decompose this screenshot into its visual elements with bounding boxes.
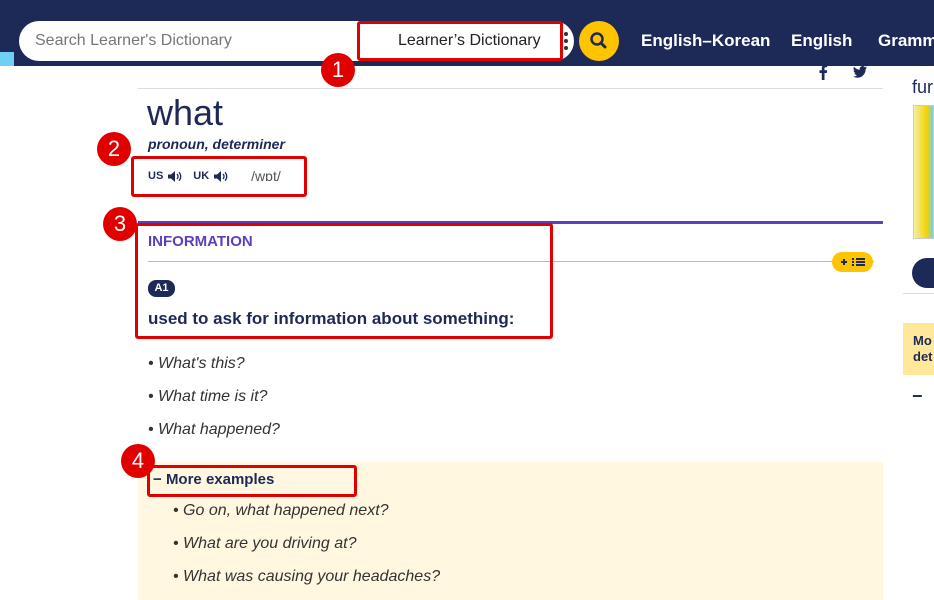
- example-text: What happened?: [158, 421, 280, 438]
- example-text: What are you driving at?: [183, 535, 357, 552]
- example-text: What time is it?: [158, 388, 268, 405]
- example-text: Go on, what happened next?: [183, 502, 389, 519]
- annotation-marker-3: 3: [103, 207, 137, 241]
- annotation-box-1: [357, 21, 563, 61]
- annotation-marker-4: 4: [121, 444, 155, 478]
- example-text: What's this?: [158, 355, 245, 372]
- add-to-word-list-icon: [841, 258, 865, 266]
- more-example-sentence: • What are you driving at?: [173, 535, 357, 552]
- part-of-speech: pronoun, determiner: [148, 136, 285, 152]
- headword: what: [147, 92, 224, 133]
- twitter-icon: [853, 66, 867, 78]
- annotation-box-3: [135, 223, 553, 339]
- annotation-marker-1: 1: [321, 53, 355, 87]
- facebook-icon: [819, 64, 828, 80]
- facebook-share[interactable]: [817, 64, 829, 85]
- sidebar-promo-image: [913, 105, 934, 239]
- sidebar-promo-line: To: [913, 50, 933, 70]
- top-strip: [0, 0, 934, 14]
- example-sentence: • What's this?: [148, 355, 245, 372]
- nav-english-korean[interactable]: English–Korean: [641, 31, 770, 51]
- add-to-word-list-button[interactable]: [832, 252, 873, 272]
- entry-top-divider: [138, 88, 883, 89]
- more-definitions-heading: Mo det: [913, 333, 933, 364]
- annotation-box-2: [131, 156, 307, 197]
- sidebar-divider: [903, 293, 934, 294]
- annotation-marker-2: 2: [97, 132, 131, 166]
- nav-grammar[interactable]: Gramm: [878, 31, 934, 51]
- nav-english[interactable]: English: [791, 31, 852, 51]
- more-example-sentence: • What was causing your headaches?: [173, 568, 441, 585]
- example-text: What was causing your headaches?: [183, 568, 441, 585]
- more-example-sentence: • Go on, what happened next?: [173, 502, 389, 519]
- example-sentence: • What time is it?: [148, 388, 268, 405]
- search-placeholder: Search Learner's Dictionary: [35, 32, 232, 49]
- annotation-box-4: [147, 465, 357, 497]
- accent-strip: [0, 52, 14, 66]
- twitter-share[interactable]: [852, 64, 868, 85]
- sidebar-promo-line: fur: [912, 77, 934, 97]
- search-button[interactable]: [579, 21, 619, 61]
- search-icon: [590, 32, 607, 49]
- sidebar-promo-button[interactable]: [912, 258, 934, 288]
- example-sentence: • What happened?: [148, 421, 280, 438]
- minus-icon[interactable]: −: [912, 386, 923, 407]
